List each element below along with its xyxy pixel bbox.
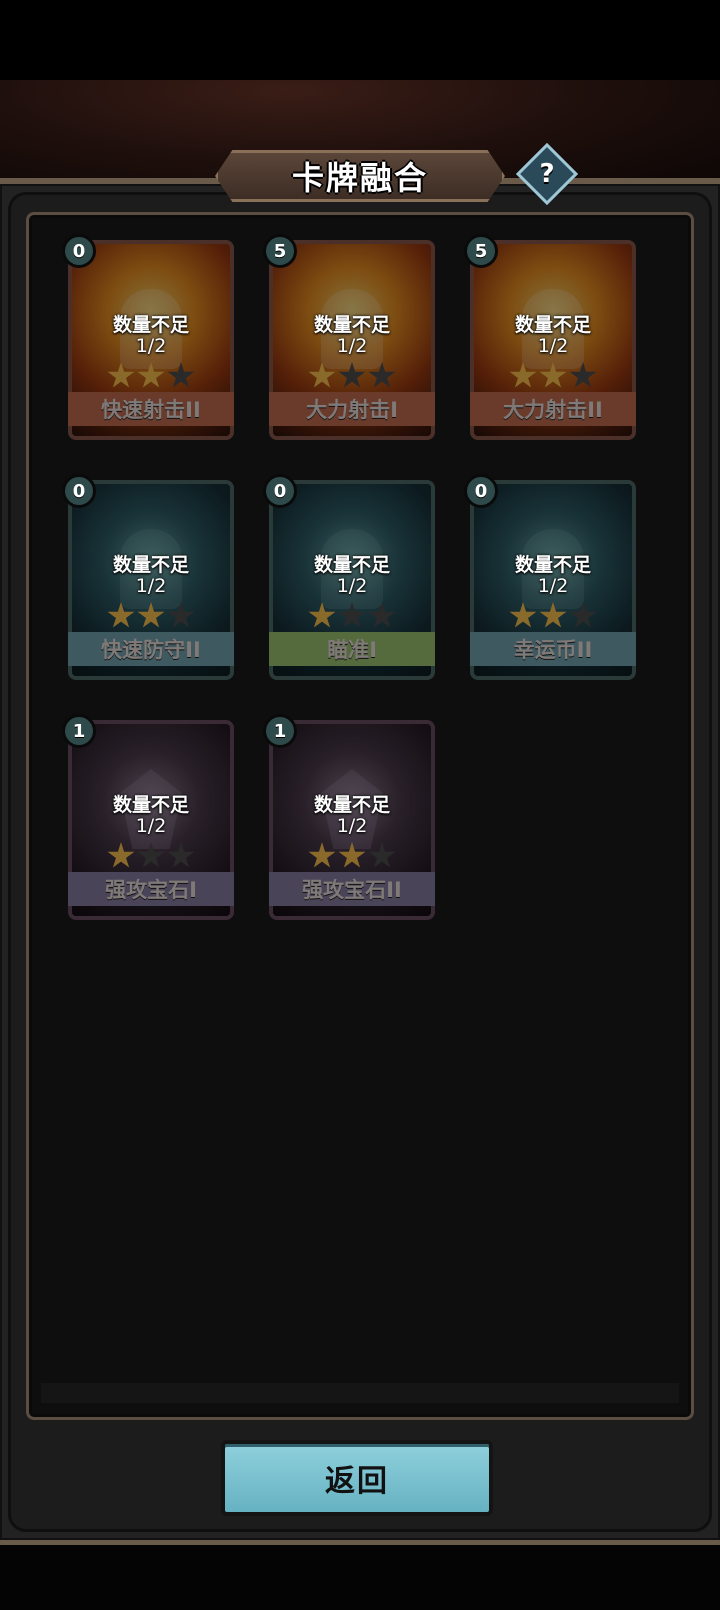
card-count: 1/2	[135, 815, 167, 837]
star-icon	[569, 362, 597, 388]
cost-badge: 5	[464, 234, 498, 268]
star-rating	[263, 362, 441, 390]
insufficient-label: 数量不足	[313, 794, 390, 816]
card-4[interactable]: 0 数量不足 1/2 瞄准I	[263, 474, 441, 686]
cost-badge: 5	[263, 234, 297, 268]
card-count: 1/2	[336, 335, 368, 357]
card-name-bar: 强攻宝石II	[269, 872, 435, 906]
star-rating	[263, 602, 441, 630]
card-name: 大力射击II	[503, 398, 603, 422]
insufficient-label: 数量不足	[514, 554, 591, 576]
star-icon	[107, 842, 135, 868]
star-rating	[62, 842, 240, 870]
title-plate: 卡牌融合	[215, 150, 505, 202]
star-icon	[509, 602, 537, 628]
card-5[interactable]: 0 数量不足 1/2 幸运币II	[464, 474, 642, 686]
card-count: 1/2	[135, 575, 167, 597]
card-name-bar: 幸运币II	[470, 632, 636, 666]
insufficient-label: 数量不足	[112, 314, 189, 336]
cost-badge: 0	[263, 474, 297, 508]
star-icon	[569, 602, 597, 628]
insufficient-label: 数量不足	[514, 314, 591, 336]
cost-badge: 1	[263, 714, 297, 748]
insufficient-label: 数量不足	[313, 554, 390, 576]
card-count: 1/2	[537, 575, 569, 597]
card-count: 1/2	[336, 575, 368, 597]
star-icon	[308, 602, 336, 628]
scroll-track	[41, 1383, 679, 1403]
cost-badge: 0	[62, 474, 96, 508]
card-name: 强攻宝石II	[302, 878, 402, 902]
star-rating	[263, 842, 441, 870]
card-name: 大力射击I	[306, 398, 398, 422]
cost-badge: 1	[62, 714, 96, 748]
insufficient-label: 数量不足	[112, 554, 189, 576]
star-icon	[167, 362, 195, 388]
card-name: 强攻宝石I	[105, 878, 197, 902]
insufficient-label: 数量不足	[313, 314, 390, 336]
card-name-bar: 强攻宝石I	[68, 872, 234, 906]
star-icon	[137, 602, 165, 628]
back-button-label: 返回	[325, 1464, 389, 1499]
star-icon	[107, 362, 135, 388]
star-rating	[464, 602, 642, 630]
card-name: 快速射击II	[101, 398, 201, 422]
star-icon	[368, 362, 396, 388]
help-icon[interactable]: ?	[525, 152, 569, 196]
card-count: 1/2	[135, 335, 167, 357]
card-name-bar: 大力射击I	[269, 392, 435, 426]
star-icon	[137, 362, 165, 388]
page-title: 卡牌融合	[291, 159, 428, 197]
card-count: 1/2	[537, 335, 569, 357]
star-rating	[464, 362, 642, 390]
card-name-bar: 快速防守II	[68, 632, 234, 666]
card-7[interactable]: 1 数量不足 1/2 强攻宝石II	[263, 714, 441, 926]
star-icon	[338, 842, 366, 868]
star-icon	[308, 842, 336, 868]
star-icon	[509, 362, 537, 388]
back-button[interactable]: 返回	[221, 1440, 493, 1516]
card-name-bar: 大力射击II	[470, 392, 636, 426]
star-icon	[539, 602, 567, 628]
background-bottom	[0, 1545, 720, 1610]
star-icon	[338, 362, 366, 388]
card-1[interactable]: 5 数量不足 1/2 大力射击I	[263, 234, 441, 446]
star-icon	[368, 602, 396, 628]
star-icon	[338, 602, 366, 628]
star-rating	[62, 362, 240, 390]
card-name: 幸运币II	[513, 638, 593, 662]
cost-badge: 0	[464, 474, 498, 508]
card-6[interactable]: 1 数量不足 1/2 强攻宝石I	[62, 714, 240, 926]
insufficient-label: 数量不足	[112, 794, 189, 816]
star-icon	[368, 842, 396, 868]
star-icon	[137, 842, 165, 868]
cost-badge: 0	[62, 234, 96, 268]
card-0[interactable]: 0 数量不足 1/2 快速射击II	[62, 234, 240, 446]
star-icon	[167, 602, 195, 628]
star-rating	[62, 602, 240, 630]
card-name: 瞄准I	[327, 638, 377, 662]
card-3[interactable]: 0 数量不足 1/2 快速防守II	[62, 474, 240, 686]
star-icon	[167, 842, 195, 868]
card-name-bar: 瞄准I	[269, 632, 435, 666]
card-name: 快速防守II	[101, 638, 201, 662]
star-icon	[539, 362, 567, 388]
star-icon	[107, 602, 135, 628]
card-name-bar: 快速射击II	[68, 392, 234, 426]
card-2[interactable]: 5 数量不足 1/2 大力射击II	[464, 234, 642, 446]
star-icon	[308, 362, 336, 388]
card-count: 1/2	[336, 815, 368, 837]
